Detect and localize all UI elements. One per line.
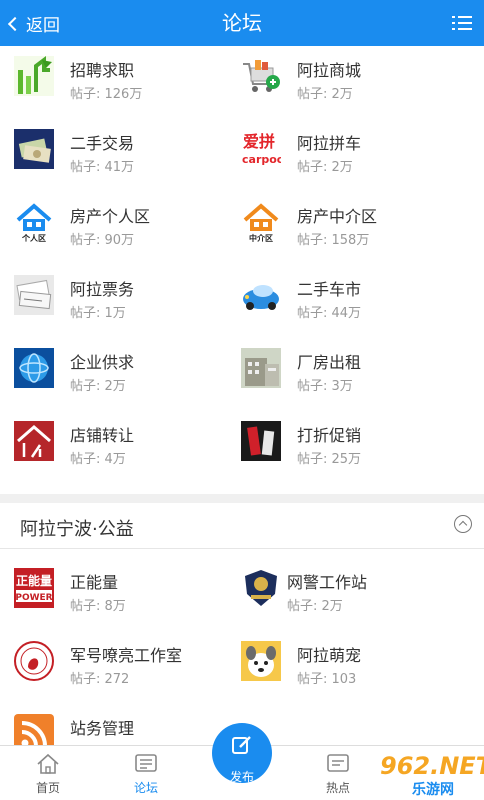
forum-item-house-agent[interactable]: 中介区 房产中介区 帖子: 158万	[241, 202, 461, 262]
forum-count: 帖子: 2万	[297, 87, 353, 102]
section-divider	[0, 494, 484, 503]
car-icon	[243, 285, 279, 310]
shopping-cart-icon	[243, 60, 280, 92]
globe-icon	[14, 348, 54, 388]
forum-name: 企业供求	[70, 353, 135, 372]
forum-name: 厂房出租	[297, 353, 362, 372]
tab-label: 首页	[35, 781, 60, 795]
top-bar: 返回 论坛	[0, 0, 484, 46]
forum-item-cyber-police[interactable]: 网警工作站 帖子: 2万	[241, 568, 461, 628]
forum-count: 帖子: 1万	[70, 306, 126, 321]
forum-name: 房产中介区	[297, 207, 378, 226]
forum-count: 帖子: 44万	[297, 306, 362, 321]
forum-item-enterprise[interactable]: 企业供求 帖子: 2万	[14, 348, 234, 408]
tab-label: 论坛	[133, 781, 158, 795]
publish-button[interactable]: 发布	[212, 723, 272, 784]
police-badge-icon	[241, 568, 281, 608]
forum-count: 帖子: 25万	[297, 452, 362, 467]
hot-icon	[327, 754, 349, 772]
svg-text:中介区: 中介区	[249, 233, 273, 242]
forum-name: 二手车市	[297, 280, 362, 299]
forum-name: 阿拉萌宠	[297, 646, 362, 665]
forum-count: 帖子: 126万	[70, 87, 143, 102]
section-header[interactable]: 阿拉宁波·公益	[0, 503, 484, 549]
forum-count: 帖子: 4万	[70, 452, 126, 467]
forum-name: 阿拉商城	[297, 61, 362, 80]
forum-count: 帖子: 2万	[70, 379, 126, 394]
watermark-subtext: 乐游网	[412, 782, 454, 798]
tab-forum[interactable]: 论坛	[106, 746, 186, 800]
forum-item-factory[interactable]: 厂房出租 帖子: 3万	[241, 348, 461, 408]
house-personal-icon: 个人区	[16, 203, 52, 242]
watermark: 962.NET 乐游网	[360, 752, 484, 798]
house-agent-icon: 中介区	[243, 203, 279, 242]
building-icon	[241, 348, 281, 388]
page-title: 论坛	[222, 11, 262, 35]
recruit-icon	[14, 56, 54, 96]
home-icon	[37, 753, 59, 774]
forum-item-used-car[interactable]: 二手车市 帖子: 44万	[241, 275, 461, 335]
forum-name: 站务管理	[70, 719, 135, 738]
forum-name: 二手交易	[70, 134, 135, 153]
collapse-up-icon[interactable]	[454, 515, 472, 533]
discount-icon	[241, 421, 281, 461]
forum-item-secondhand[interactable]: 二手交易 帖子: 41万	[14, 129, 234, 189]
forum-count: 帖子: 2万	[287, 599, 343, 614]
forum-count: 帖子: 90万	[70, 233, 135, 248]
forum-item-discount[interactable]: 打折促销 帖子: 25万	[241, 421, 461, 481]
forum-name: 阿拉拼车	[297, 134, 362, 153]
forum-name: 阿拉票务	[70, 280, 135, 299]
list-icon[interactable]	[452, 14, 472, 32]
svg-text:POWER: POWER	[15, 593, 52, 603]
svg-text:正能量: 正能量	[16, 573, 52, 588]
publish-label: 发布	[229, 770, 254, 784]
svg-text:个人区: 个人区	[21, 233, 46, 242]
forum-item-positive-energy[interactable]: 正能量 POWER 正能量 帖子: 8万	[14, 568, 234, 628]
forum-name: 军号嘹亮工作室	[70, 646, 183, 665]
forum-count: 帖子: 8万	[70, 599, 126, 614]
forum-count: 帖子: 41万	[70, 160, 135, 175]
forum-name: 店铺转让	[70, 426, 135, 445]
svg-text:爱拼: 爱拼	[243, 132, 275, 151]
ticket-icon	[14, 275, 54, 315]
forum-item-shop-transfer[interactable]: 店铺转让 帖子: 4万	[14, 421, 234, 481]
forum-item-ticket[interactable]: 阿拉票务 帖子: 1万	[14, 275, 234, 335]
forum-name: 网警工作站	[287, 573, 368, 592]
forum-count: 帖子: 158万	[297, 233, 370, 248]
shop-transfer-icon	[14, 421, 54, 461]
forum-count: 帖子: 3万	[297, 379, 353, 394]
forum-item-pets[interactable]: 阿拉萌宠 帖子: 103	[241, 641, 461, 701]
positive-energy-icon: 正能量 POWER	[14, 568, 54, 608]
forum-item-house-personal[interactable]: 个人区 房产个人区 帖子: 90万	[14, 202, 234, 262]
forum-icon	[135, 754, 157, 772]
forum-item-mall[interactable]: 阿拉商城 帖子: 2万	[241, 56, 461, 116]
bugle-icon	[14, 641, 54, 681]
chevron-left-icon	[7, 16, 23, 31]
section-title: 阿拉宁波·公益	[20, 519, 134, 540]
forum-name: 打折促销	[297, 426, 362, 445]
back-button[interactable]: 返回	[7, 0, 60, 46]
forum-name: 正能量	[70, 573, 119, 592]
edit-icon	[232, 736, 251, 754]
forum-count: 帖子: 272	[70, 672, 130, 687]
forum-name: 房产个人区	[70, 207, 151, 226]
forum-name: 招聘求职	[70, 61, 135, 80]
watermark-text: 962.NET	[380, 752, 484, 780]
forum-item-bugle-studio[interactable]: 军号嘹亮工作室 帖子: 272	[14, 641, 234, 701]
carpool-icon: 爱拼 carpool	[241, 129, 281, 169]
forum-count: 帖子: 2万	[297, 160, 353, 175]
back-label: 返回	[26, 15, 60, 36]
forum-item-carpool[interactable]: 爱拼 carpool 阿拉拼车 帖子: 2万	[241, 129, 461, 189]
forum-count: 帖子: 103	[297, 672, 357, 687]
svg-text:carpool: carpool	[242, 153, 281, 166]
forum-item-recruit[interactable]: 招聘求职 帖子: 126万	[14, 56, 234, 116]
money-icon	[14, 129, 54, 169]
tab-home[interactable]: 首页	[8, 746, 88, 800]
pet-icon	[241, 641, 281, 681]
